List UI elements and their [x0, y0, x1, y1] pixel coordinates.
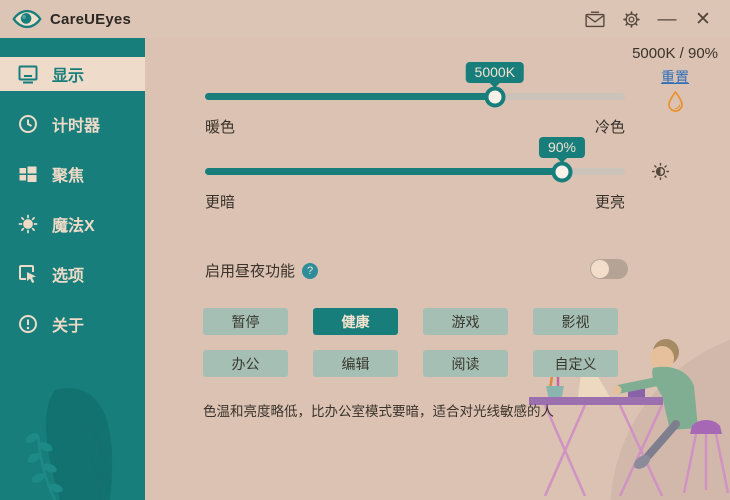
temperature-labels: 暖色 冷色 — [205, 116, 625, 137]
sidebar-item-display[interactable]: 显示 — [0, 57, 145, 91]
careueyes-window: CareUEyes — ✕ 显示 计时器 聚焦 魔法X 选项 关于 5000K … — [0, 0, 730, 500]
close-button[interactable]: ✕ — [690, 6, 716, 32]
temperature-slider[interactable] — [205, 85, 625, 107]
sidebar-item-options[interactable]: 选项 — [0, 257, 145, 291]
sidebar-item-label: 计时器 — [52, 118, 101, 135]
sidebar-item-timer[interactable]: 计时器 — [0, 107, 145, 141]
cold-label: 冷色 — [594, 119, 625, 136]
warm-label: 暖色 — [205, 119, 236, 136]
options-cursor-icon — [19, 265, 36, 283]
preset-custom-button[interactable]: 自定义 — [533, 350, 618, 377]
app-title: CareUEyes — [50, 10, 132, 28]
help-icon[interactable]: ? — [302, 262, 319, 279]
sidebar: 显示 计时器 聚焦 魔法X 选项 关于 — [0, 38, 145, 500]
preset-pause-button[interactable]: 暂停 — [203, 308, 288, 335]
preset-health-button[interactable]: 健康 — [313, 308, 398, 335]
preset-game-button[interactable]: 游戏 — [423, 308, 508, 335]
sidebar-item-label: 显示 — [52, 68, 85, 85]
darker-label: 更暗 — [205, 194, 236, 211]
sidebar-item-label: 选项 — [52, 268, 85, 285]
brightness-tooltip: 90% — [538, 137, 586, 158]
person-at-desk-illustration — [529, 339, 730, 500]
sidebar-item-about[interactable]: 关于 — [0, 307, 145, 341]
preset-movie-button[interactable]: 影视 — [533, 308, 618, 335]
status-block: 5000K / 90% 重置 — [632, 45, 718, 118]
mail-icon[interactable] — [582, 6, 608, 32]
brightness-sun-icon — [650, 161, 671, 187]
sidebar-item-label: 关于 — [52, 318, 85, 335]
main-panel: 5000K / 90% 重置 5000K 暖色 冷色 90% 更暗 更亮 启用昼… — [145, 38, 730, 500]
preset-description: 色温和亮度略低，比办公室模式要暗，适合对光线敏感的人 — [203, 404, 554, 419]
sidebar-item-magic[interactable]: 魔法X — [0, 207, 145, 241]
current-settings-value: 5000K / 90% — [632, 45, 718, 62]
preset-grid: 暂停 健康 游戏 影视 办公 编辑 阅读 自定义 — [203, 308, 618, 377]
color-drop-icon — [632, 90, 718, 118]
day-night-toggle[interactable] — [590, 259, 628, 279]
toggle-knob — [591, 260, 609, 278]
day-night-label: 启用昼夜功能 — [205, 263, 296, 280]
preset-reading-button[interactable]: 阅读 — [423, 350, 508, 377]
monitor-icon — [18, 65, 38, 84]
preset-edit-button[interactable]: 编辑 — [313, 350, 398, 377]
sidebar-item-label: 魔法X — [52, 218, 95, 235]
slider-fill — [205, 93, 495, 100]
sidebar-item-label: 聚焦 — [52, 168, 85, 185]
close-icon: ✕ — [695, 8, 711, 30]
gear-icon[interactable] — [618, 6, 644, 32]
minimize-icon: — — [657, 8, 677, 30]
day-night-row: 启用昼夜功能 ? — [205, 260, 319, 281]
titlebar: CareUEyes — ✕ — [0, 0, 730, 38]
temperature-tooltip: 5000K — [465, 62, 525, 83]
sidebar-item-focus[interactable]: 聚焦 — [0, 157, 145, 191]
careueyes-eye-logo — [12, 9, 42, 29]
leaf-decoration — [25, 388, 113, 500]
clock-icon — [19, 115, 37, 133]
slider-fill — [205, 168, 562, 175]
brightness-labels: 更暗 更亮 — [205, 191, 625, 212]
reset-link[interactable]: 重置 — [661, 67, 689, 87]
about-icon — [19, 315, 37, 333]
magic-sun-icon — [18, 214, 38, 234]
minimize-button[interactable]: — — [654, 6, 680, 32]
preset-office-button[interactable]: 办公 — [203, 350, 288, 377]
brighter-label: 更亮 — [594, 194, 625, 211]
focus-icon — [19, 166, 37, 182]
